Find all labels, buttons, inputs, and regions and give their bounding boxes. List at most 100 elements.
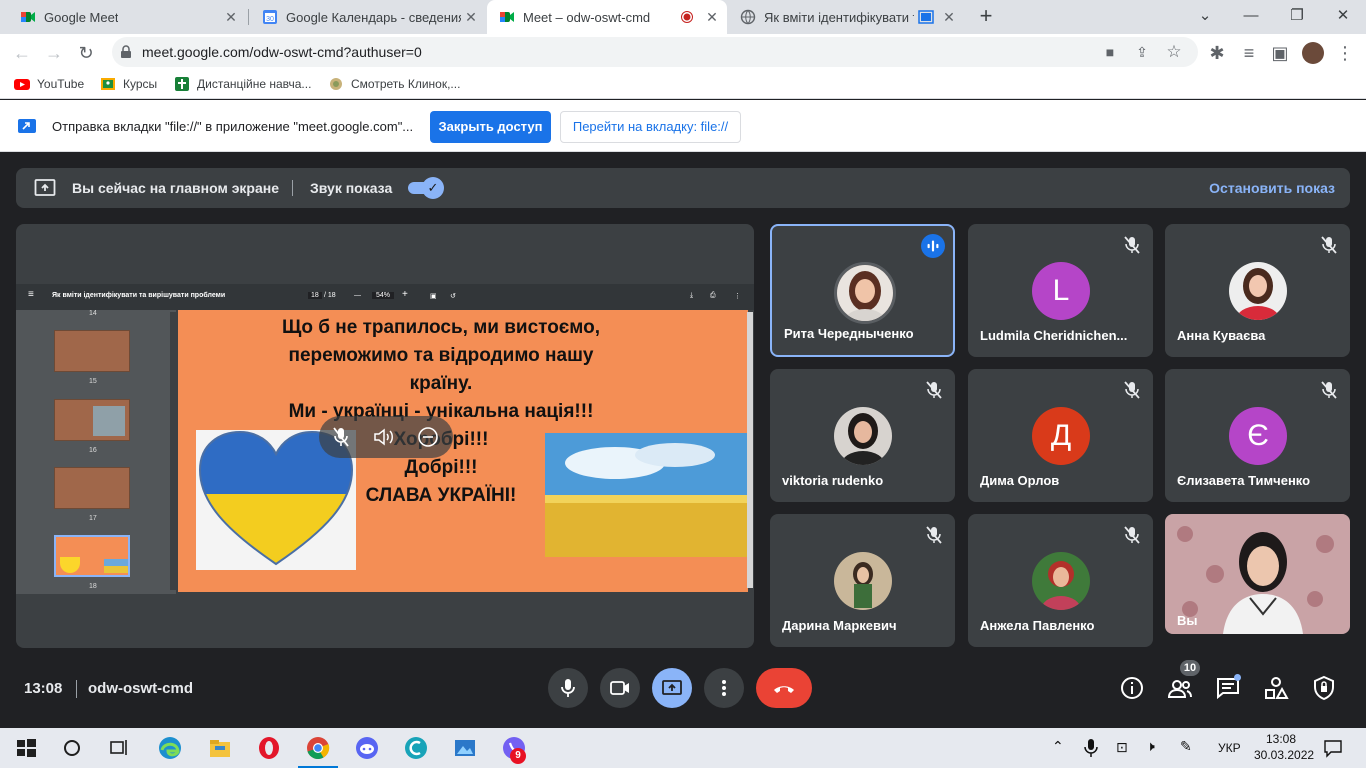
rotate-icon[interactable]: ↺ xyxy=(450,292,456,300)
stop-sharing-button[interactable]: Закрыть доступ xyxy=(430,111,551,143)
participant-tile[interactable]: Д Дима Орлов xyxy=(968,369,1153,502)
edge-icon[interactable] xyxy=(156,734,184,762)
leave-call-button[interactable] xyxy=(756,668,812,708)
close-window-button[interactable]: ✕ xyxy=(1320,0,1366,34)
menu-icon[interactable]: ⋮ xyxy=(1332,40,1358,66)
volume-icon[interactable] xyxy=(373,427,395,447)
tray-date[interactable]: 30.03.2022 xyxy=(1254,748,1314,762)
discord-icon[interactable] xyxy=(353,734,381,762)
page-thumbnail[interactable] xyxy=(54,467,130,509)
host-controls-icon[interactable] xyxy=(1310,674,1338,702)
lock-icon[interactable] xyxy=(120,45,132,59)
reload-icon[interactable]: ↻ xyxy=(73,40,99,66)
bookmark-watch[interactable]: Смотреть Клинок,... xyxy=(328,76,460,92)
tray-time[interactable]: 13:08 xyxy=(1266,732,1296,746)
back-icon[interactable]: ← xyxy=(9,40,35,66)
media-control-icon[interactable]: ≡ xyxy=(1236,40,1262,66)
print-icon[interactable]: ⎙ xyxy=(710,292,716,300)
pdf-zoom-value[interactable]: 54% xyxy=(372,292,395,299)
creative-app-icon[interactable] xyxy=(402,734,430,762)
tab-close-icon[interactable]: ✕ xyxy=(224,10,238,24)
participant-tile[interactable]: Є Єлизавета Тимченко xyxy=(1165,369,1350,502)
tab-close-icon[interactable]: ✕ xyxy=(942,10,956,24)
download-icon[interactable]: ⤓ xyxy=(690,292,693,300)
meeting-details-icon[interactable] xyxy=(1118,674,1146,702)
forward-icon[interactable]: → xyxy=(41,40,67,66)
participant-tile[interactable]: viktoria rudenko xyxy=(770,369,955,502)
remove-circle-icon[interactable] xyxy=(417,426,439,448)
share-icon[interactable]: ⇪ xyxy=(1132,42,1152,62)
activities-icon[interactable] xyxy=(1262,674,1290,702)
pen-icon[interactable]: ✎ xyxy=(1180,738,1192,755)
tray-expand-icon[interactable]: ⌃ xyxy=(1052,738,1064,755)
mic-off-icon xyxy=(1124,526,1140,544)
tab-search-button[interactable]: ⌄ xyxy=(1182,0,1228,34)
stop-presenting-button[interactable]: Остановить показ xyxy=(1209,180,1335,196)
photos-icon[interactable] xyxy=(451,734,479,762)
person-photo-icon xyxy=(1229,262,1287,320)
camera-indicator-icon[interactable]: ■ xyxy=(1100,42,1120,62)
present-button[interactable] xyxy=(652,668,692,708)
pdf-toolbar: ≡ Як вміти ідентифікувати та вирішувати … xyxy=(16,284,754,310)
restore-button[interactable]: ❐ xyxy=(1274,0,1320,34)
search-circle-icon[interactable] xyxy=(58,734,86,762)
new-tab-button[interactable]: + xyxy=(964,0,1008,34)
participant-tile[interactable]: Дарина Маркевич xyxy=(770,514,955,647)
participant-tile[interactable]: Рита Чередныченко xyxy=(770,224,955,357)
participant-tile[interactable]: L Ludmila Cheridnichen... xyxy=(968,224,1153,357)
microphone-tray-icon[interactable] xyxy=(1084,738,1098,758)
microphone-button[interactable] xyxy=(548,668,588,708)
extensions-icon[interactable]: ✱ xyxy=(1204,40,1230,66)
windows-start-icon[interactable] xyxy=(12,734,40,762)
check-icon[interactable]: ✓ xyxy=(422,177,444,199)
participant-tile[interactable]: Анна Куваєва xyxy=(1165,224,1350,357)
participant-photo xyxy=(834,262,896,324)
participant-photo xyxy=(834,407,892,465)
participant-name: Анжела Павленко xyxy=(980,618,1095,633)
page-thumbnail-active[interactable] xyxy=(54,535,130,577)
tab-google-calendar[interactable]: 30 Google Календарь - сведения о ✕ xyxy=(250,0,486,34)
viber-badge: 9 xyxy=(510,748,526,764)
camera-button[interactable] xyxy=(600,668,640,708)
pdf-page-input[interactable]: 18 xyxy=(308,292,322,299)
chrome-icon[interactable] xyxy=(304,734,332,762)
people-icon[interactable] xyxy=(1166,674,1194,702)
notifications-icon[interactable] xyxy=(1323,738,1343,758)
page-thumbnail[interactable] xyxy=(54,399,130,441)
side-panel-icon[interactable]: ▣ xyxy=(1267,40,1293,66)
slide-scrollbar[interactable] xyxy=(747,312,753,588)
zoom-out-icon[interactable]: — xyxy=(354,292,361,299)
volume-tray-icon[interactable]: 🕨 xyxy=(1146,738,1155,755)
mic-off-icon[interactable] xyxy=(331,426,351,448)
pdf-more-icon[interactable]: ⋮ xyxy=(734,292,741,300)
url-text[interactable]: meet.google.com/odw-oswt-cmd?authuser=0 xyxy=(142,44,422,60)
participant-name: Дима Орлов xyxy=(980,473,1060,488)
language-indicator[interactable]: УКР xyxy=(1218,741,1241,755)
pdf-menu-icon[interactable]: ≡ xyxy=(28,289,34,300)
tab-google-meet[interactable]: Google Meet ✕ xyxy=(8,0,246,34)
tab-close-icon[interactable]: ✕ xyxy=(705,10,719,24)
bookmark-youtube[interactable]: YouTube xyxy=(14,76,84,92)
network-icon[interactable]: ⊡ xyxy=(1116,739,1128,756)
more-options-button[interactable] xyxy=(704,668,744,708)
present-screen-icon xyxy=(34,179,56,196)
task-view-icon[interactable] xyxy=(105,734,133,762)
switch-to-tab-button[interactable]: Перейти на вкладку: file:// xyxy=(560,111,741,143)
profile-avatar[interactable] xyxy=(1302,42,1324,64)
page-thumbnail[interactable] xyxy=(54,330,130,372)
tab-meet-active[interactable]: Meet – odw-oswt-cmd ✕ xyxy=(487,0,727,34)
bookmark-distance[interactable]: Дистанційне навча... xyxy=(174,76,311,92)
fit-page-icon[interactable]: ▣ xyxy=(430,292,437,300)
minimize-button[interactable]: — xyxy=(1228,0,1274,34)
bookmark-courses[interactable]: Курсы xyxy=(100,76,157,92)
address-bar[interactable]: meet.google.com/odw-oswt-cmd?authuser=0 … xyxy=(112,37,1198,67)
thumbnail-scrollbar[interactable] xyxy=(170,312,176,590)
opera-icon[interactable] xyxy=(255,734,283,762)
zoom-in-icon[interactable]: + xyxy=(402,289,408,300)
file-explorer-icon[interactable] xyxy=(206,734,234,762)
tab-pdf-document[interactable]: Як вміти ідентифікувати та ✕ xyxy=(728,0,964,34)
bookmark-star-icon[interactable]: ☆ xyxy=(1164,42,1184,62)
tab-close-icon[interactable]: ✕ xyxy=(464,10,478,24)
self-view-tile[interactable]: Вы xyxy=(1165,514,1350,634)
participant-tile[interactable]: Анжела Павленко xyxy=(968,514,1153,647)
